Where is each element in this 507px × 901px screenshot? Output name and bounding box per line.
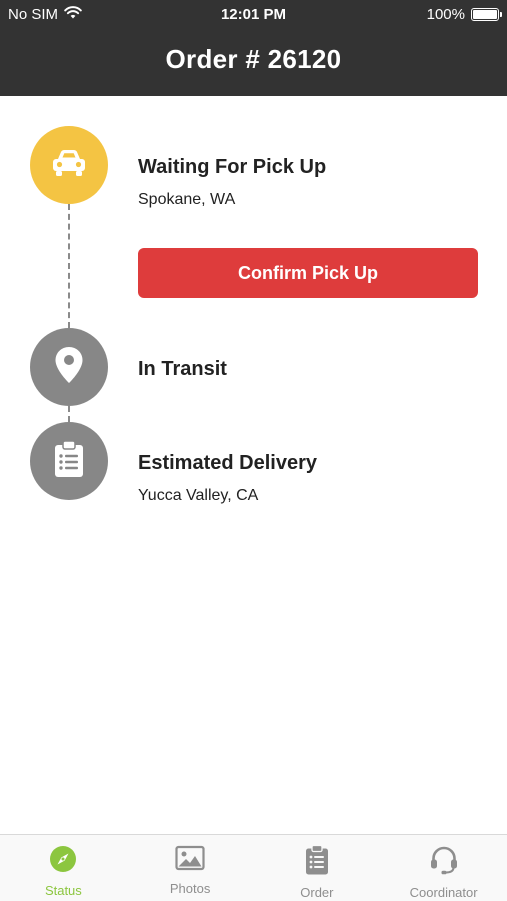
step-waiting-pickup-circle: [30, 126, 108, 204]
step-title-in-transit: In Transit: [138, 358, 227, 380]
tab-order[interactable]: Order: [254, 835, 381, 901]
step-title-estimated-delivery: Estimated Delivery: [138, 452, 317, 474]
car-icon: [49, 147, 89, 184]
tab-status[interactable]: Status: [0, 835, 127, 901]
headset-icon: [429, 845, 459, 880]
step-location-destination: Yucca Valley, CA: [138, 487, 259, 504]
battery-icon: [471, 8, 502, 21]
step-in-transit-circle: [30, 328, 108, 406]
tab-label-order: Order: [300, 885, 334, 900]
clipboard-icon: [53, 439, 85, 483]
step-title-waiting: Waiting For Pick Up: [138, 156, 327, 178]
tab-label-photos: Photos: [169, 881, 211, 896]
confirm-pickup-button[interactable]: Confirm Pick Up: [138, 248, 478, 298]
clipboard-list-icon: [305, 844, 329, 880]
step-estimated-delivery-circle: [30, 422, 108, 500]
page-title: Order # 26120: [165, 44, 342, 74]
compass-icon: [49, 845, 77, 878]
tab-label-status: Status: [44, 883, 82, 898]
image-icon: [175, 845, 205, 876]
tab-coordinator[interactable]: Coordinator: [380, 835, 507, 901]
location-pin-icon: [54, 346, 84, 389]
app-header: No SIM 12:01 PM 100% Order # 26120: [0, 0, 507, 96]
timeline-connector: [68, 204, 70, 328]
tab-bar: Status Photos Order Coordinator: [0, 834, 507, 901]
step-location-origin: Spokane, WA: [138, 191, 236, 208]
status-bar-right: 100%: [426, 6, 502, 23]
tab-photos[interactable]: Photos: [127, 835, 254, 901]
battery-percent: 100%: [426, 6, 465, 23]
status-bar: No SIM 12:01 PM 100%: [0, 0, 507, 28]
tab-label-coordinator: Coordinator: [409, 885, 478, 900]
timeline-connector: [68, 406, 70, 422]
